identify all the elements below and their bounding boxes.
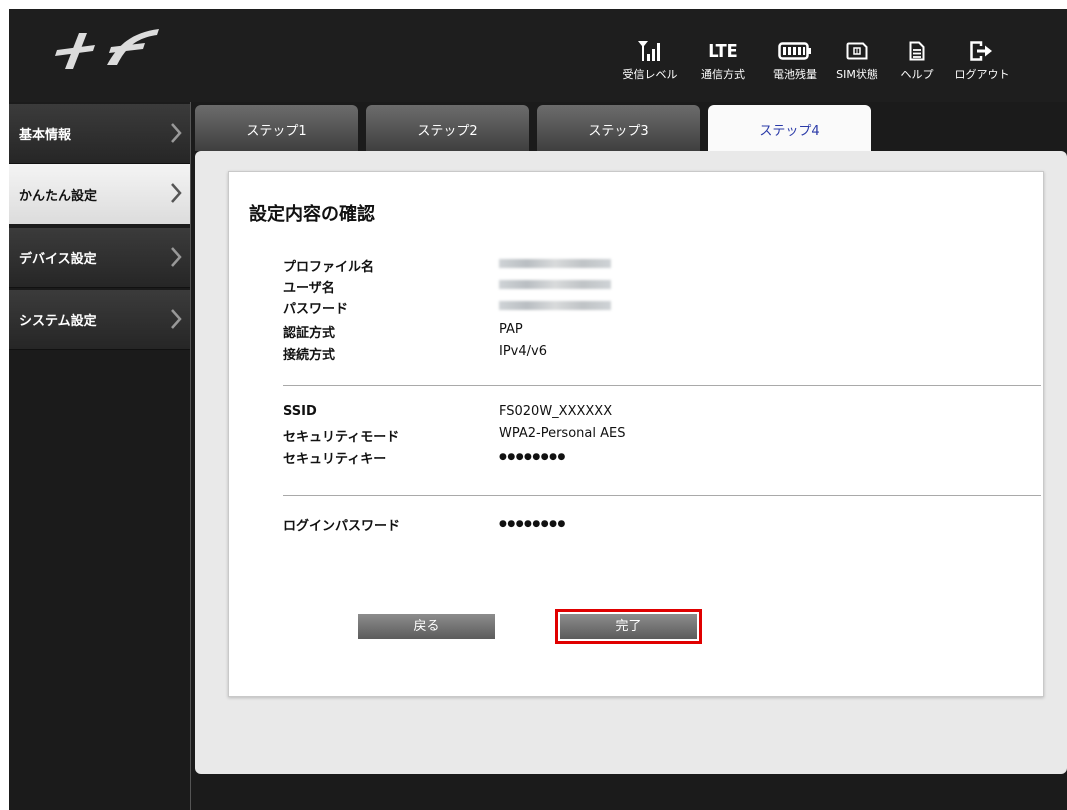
connection-type-label: 接続方式 — [283, 348, 336, 363]
app-window: 受信レベル LTE 通信方式 電池残量 SIM状態 ヘルプ ログアウト 基本情報… — [9, 9, 1067, 810]
username-label: ユーザ名 — [283, 281, 335, 296]
auth-method-label: 認証方式 — [283, 326, 336, 341]
security-key-value: ●●●●●●●● — [499, 452, 566, 462]
done-button[interactable]: 完了 — [555, 609, 702, 644]
sidebar-item-label: 基本情報 — [19, 128, 72, 143]
tab-step-3[interactable]: ステップ3 — [537, 105, 700, 151]
sim-status-indicator[interactable]: SIM状態 — [829, 39, 885, 82]
chevron-right-icon — [170, 246, 182, 272]
password-value — [499, 298, 611, 313]
profile-name-value — [499, 256, 611, 271]
battery-label: 電池残量 — [773, 68, 817, 81]
network-type-indicator[interactable]: LTE 通信方式 — [692, 39, 754, 82]
profile-name-label: プロファイル名 — [283, 260, 375, 275]
tab-step-4[interactable]: ステップ4 — [708, 105, 871, 153]
network-type-label: 通信方式 — [701, 68, 745, 81]
ssid-value: FS020W_XXXXXX — [499, 404, 613, 419]
auth-method-value: PAP — [499, 322, 523, 337]
password-label: パスワード — [283, 302, 349, 317]
help-icon — [895, 39, 939, 63]
sidebar: 基本情報 かんたん設定 デバイス設定 システム設定 — [9, 102, 191, 810]
blurred-value — [499, 280, 611, 289]
sidebar-item-system-settings[interactable]: システム設定 — [9, 290, 190, 350]
blurred-value — [499, 259, 611, 268]
chevron-right-icon — [170, 122, 182, 148]
security-key-label: セキュリティキー — [283, 452, 387, 467]
ssid-label: SSID — [283, 404, 317, 419]
lte-icon: LTE — [708, 40, 738, 62]
header: 受信レベル LTE 通信方式 電池残量 SIM状態 ヘルプ ログアウト — [9, 9, 1067, 102]
battery-indicator[interactable]: 電池残量 — [764, 39, 826, 82]
tab-step-2[interactable]: ステップ2 — [366, 105, 529, 151]
signal-level-indicator[interactable]: 受信レベル — [615, 39, 685, 82]
sidebar-item-label: かんたん設定 — [19, 188, 98, 204]
blurred-value — [499, 301, 611, 310]
signal-label: 受信レベル — [622, 68, 678, 81]
content-area: 設定内容の確認 プロファイル名 ユーザ名 パスワード 認証方式 PAP 接続方式… — [195, 151, 1067, 774]
page-title: 設定内容の確認 — [249, 204, 375, 225]
help-label: ヘルプ — [900, 68, 934, 81]
sidebar-item-device-settings[interactable]: デバイス設定 — [9, 228, 190, 288]
username-value — [499, 277, 611, 292]
battery-icon — [764, 39, 826, 63]
chevron-right-icon — [170, 182, 182, 208]
sidebar-item-easy-setup[interactable]: かんたん設定 — [9, 164, 190, 224]
login-password-label: ログインパスワード — [283, 519, 401, 534]
security-mode-label: セキュリティモード — [283, 430, 400, 445]
logout-label: ログアウト — [954, 68, 1010, 81]
sidebar-item-basic-info[interactable]: 基本情報 — [9, 104, 190, 164]
sim-icon — [829, 39, 885, 63]
plus-f-logo — [49, 25, 161, 75]
divider — [283, 495, 1041, 496]
sidebar-item-label: デバイス設定 — [19, 252, 97, 267]
back-button[interactable]: 戻る — [358, 614, 495, 639]
chevron-right-icon — [170, 308, 182, 334]
confirmation-panel: 設定内容の確認 プロファイル名 ユーザ名 パスワード 認証方式 PAP 接続方式… — [228, 171, 1044, 697]
tab-step-1[interactable]: ステップ1 — [195, 105, 358, 151]
connection-type-value: IPv4/v6 — [499, 344, 547, 359]
help-button[interactable]: ヘルプ — [895, 39, 939, 82]
logout-icon — [949, 39, 1015, 63]
divider — [283, 385, 1041, 386]
sidebar-item-label: システム設定 — [19, 314, 97, 329]
logout-button[interactable]: ログアウト — [949, 39, 1015, 82]
signal-icon — [615, 39, 685, 63]
security-mode-value: WPA2-Personal AES — [499, 426, 626, 441]
sim-label: SIM状態 — [836, 68, 878, 81]
login-password-value: ●●●●●●●● — [499, 519, 566, 529]
